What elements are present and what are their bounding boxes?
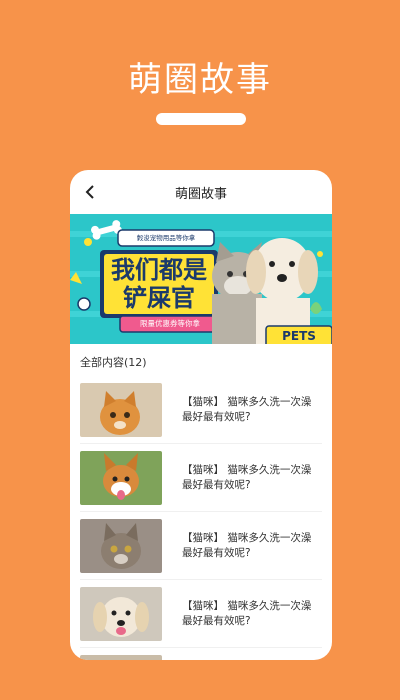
nav-bar: 萌圈故事: [70, 170, 332, 214]
list-item[interactable]: 【猫咪】 猫咪多久洗一次澡最好最有效呢?: [80, 444, 322, 512]
banner-headline-1: 我们都是: [111, 256, 207, 284]
banner-bottom-tag: 限量优惠券等你拿: [140, 319, 200, 328]
list-item-partial[interactable]: [80, 648, 322, 660]
article-thumbnail: [80, 655, 162, 660]
banner-headline-2: 铲屎官: [123, 284, 195, 312]
article-list: 【猫咪】 猫咪多久洗一次澡最好最有效呢? 【猫咪】 猫咪多久洗一次澡最好最有效呢…: [70, 376, 332, 660]
banner-pets-sign: PETS: [282, 329, 316, 343]
article-title: 【猫咪】 猫咪多久洗一次澡最好最有效呢?: [182, 531, 312, 559]
list-item[interactable]: 【猫咪】 猫咪多久洗一次澡最好最有效呢?: [80, 512, 322, 580]
article-title: 【猫咪】 猫咪多久洗一次澡最好最有效呢?: [182, 463, 312, 491]
article-title: 【猫咪】 猫咪多久洗一次澡最好最有效呢?: [182, 599, 312, 627]
list-item[interactable]: 【猫咪】 猫咪多久洗一次澡最好最有效呢?: [80, 376, 322, 444]
back-button[interactable]: [80, 182, 100, 202]
banner-top-tag: 榖浚宠物用品等你拿: [136, 234, 196, 242]
phone-screen: 萌圈故事 榖浚宠物用品等你拿 我们都是 铲屎官 限量优惠券等你拿 PETS 全部…: [70, 170, 332, 660]
promo-title: 萌圈故事: [128, 60, 272, 100]
section-heading: 全部内容(12): [80, 356, 147, 369]
promo-underline: [156, 113, 246, 125]
article-thumbnail: [80, 518, 162, 573]
promo-banner[interactable]: 榖浚宠物用品等你拿 我们都是 铲屎官 限量优惠券等你拿 PETS: [70, 214, 332, 344]
article-thumbnail: [80, 382, 162, 437]
chevron-left-icon: [85, 185, 94, 199]
article-thumbnail: [80, 586, 162, 641]
article-thumbnail: [80, 450, 162, 505]
article-title: 【猫咪】 猫咪多久洗一次澡最好最有效呢?: [182, 395, 312, 423]
list-item[interactable]: 【猫咪】 猫咪多久洗一次澡最好最有效呢?: [80, 580, 322, 648]
page-title: 萌圈故事: [174, 186, 227, 202]
